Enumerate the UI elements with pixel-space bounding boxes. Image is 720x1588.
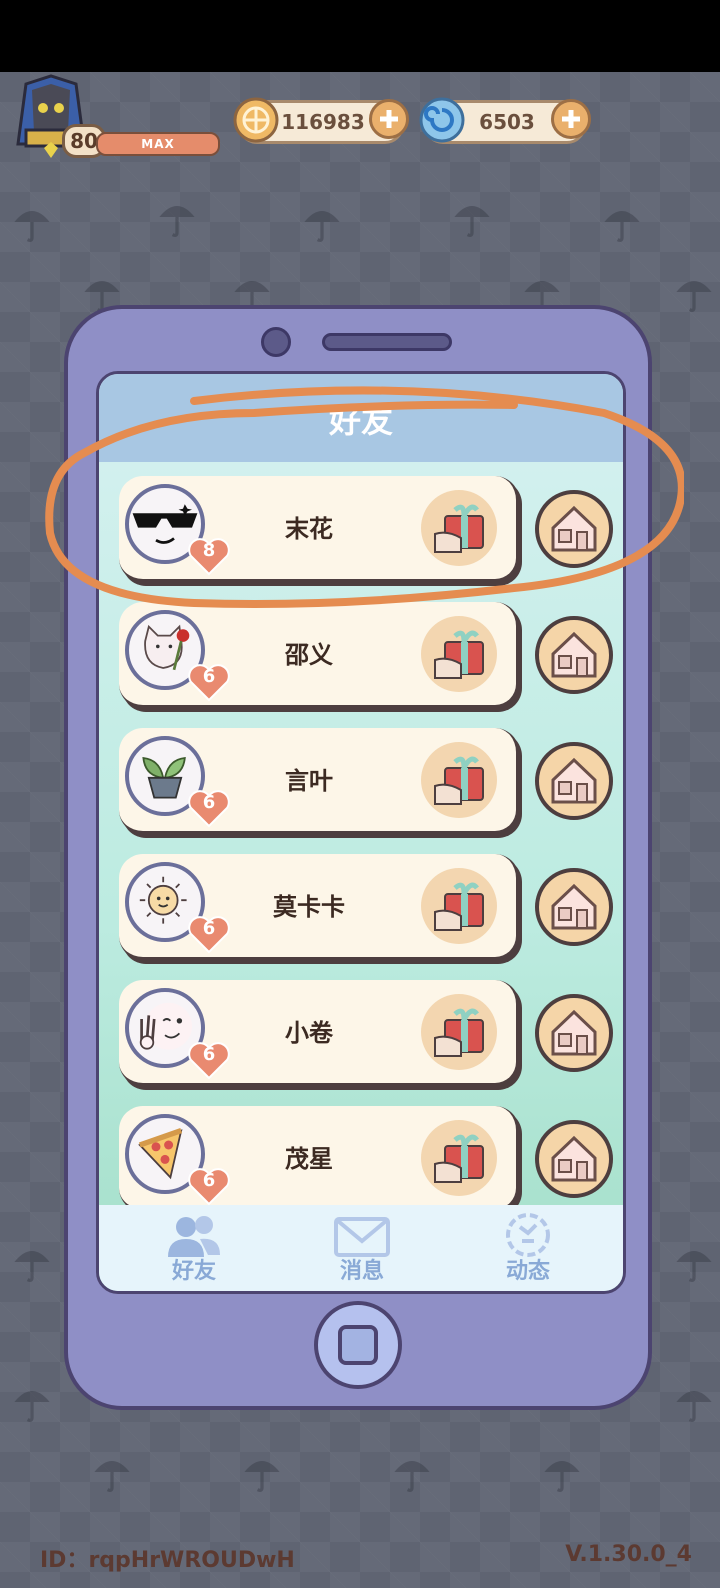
send-gift-button[interactable] <box>421 616 497 692</box>
friend-name: 小卷 <box>285 1019 333 1047</box>
heart-level-badge: 6 <box>187 788 231 828</box>
heart-level-badge: 6 <box>187 662 231 702</box>
tab-messages[interactable]: 消息 <box>297 1205 427 1291</box>
tab-feed-label: 动态 <box>505 1259 550 1284</box>
umbrella-icon <box>544 1461 580 1492</box>
swirl-gem-icon <box>419 97 465 143</box>
heart-count: 6 <box>202 1170 216 1191</box>
umbrella-icon <box>604 211 640 242</box>
heart-level-badge: 6 <box>187 1040 231 1080</box>
heart-level-badge: 6 <box>187 1166 231 1206</box>
send-gift-button[interactable] <box>421 1120 497 1196</box>
heart-count: 6 <box>202 666 216 687</box>
status-bar <box>0 0 720 72</box>
coin-icon <box>233 97 279 143</box>
coin-value: 116983 <box>281 110 365 134</box>
phone-speaker <box>322 333 452 351</box>
heart-count: 6 <box>202 918 216 939</box>
umbrella-icon <box>244 1461 280 1492</box>
coin-counter: 116983 <box>233 97 409 144</box>
friend-name: 茂星 <box>285 1145 333 1173</box>
xp-bar: MAX <box>96 132 220 156</box>
send-gift-button[interactable] <box>421 994 497 1070</box>
user-id-label: ID：rqpHrWROUDwH <box>40 1548 295 1573</box>
friend-row[interactable]: 6 茂星 <box>119 1106 519 1212</box>
umbrella-icon <box>676 1251 712 1282</box>
visit-home-button[interactable] <box>535 616 613 694</box>
tab-friends-label: 好友 <box>171 1259 216 1284</box>
phone-camera <box>261 327 291 357</box>
visit-home-button[interactable] <box>535 1120 613 1198</box>
friend-name: 莫卡卡 <box>273 893 345 921</box>
highlight-annotation <box>45 386 684 608</box>
heart-count: 6 <box>202 1044 216 1065</box>
add-gems-button[interactable] <box>551 99 591 139</box>
umbrella-icon <box>94 1461 130 1492</box>
friend-row[interactable]: 6 莫卡卡 <box>119 854 519 960</box>
send-gift-button[interactable] <box>421 868 497 944</box>
umbrella-icon <box>454 206 490 237</box>
umbrella-icon <box>676 1391 712 1422</box>
tab-friends[interactable]: 好友 <box>129 1205 259 1291</box>
add-coins-button[interactable] <box>369 99 409 139</box>
umbrella-icon <box>394 1461 430 1492</box>
umbrella-icon <box>676 281 712 312</box>
version-label: V.1.30.0_4 <box>565 1542 692 1567</box>
visit-home-button[interactable] <box>535 742 613 820</box>
friend-row[interactable]: 6 言叶 <box>119 728 519 834</box>
tab-messages-label: 消息 <box>339 1259 384 1284</box>
friend-row[interactable]: 6 小卷 <box>119 980 519 1086</box>
visit-home-button[interactable] <box>535 994 613 1072</box>
heart-level-badge: 6 <box>187 914 231 954</box>
visit-home-button[interactable] <box>535 868 613 946</box>
gem-counter: 6503 <box>419 97 591 144</box>
umbrella-icon <box>14 1391 50 1422</box>
heart-count: 6 <box>202 792 216 813</box>
send-gift-button[interactable] <box>421 742 497 818</box>
tab-feed[interactable]: 动态 <box>463 1205 593 1291</box>
tab-bar: 好友 消息 动态 <box>99 1205 623 1291</box>
home-square-icon <box>338 1325 378 1365</box>
umbrella-icon <box>159 206 195 237</box>
phone-home-button[interactable] <box>314 1301 402 1389</box>
gem-value: 6503 <box>479 110 535 134</box>
umbrella-icon <box>304 211 340 242</box>
friend-row[interactable]: 6 邵义 <box>119 602 519 708</box>
friend-name: 邵义 <box>285 641 333 669</box>
umbrella-icon <box>14 1251 50 1282</box>
umbrella-icon <box>14 211 50 242</box>
friend-name: 言叶 <box>285 767 333 795</box>
